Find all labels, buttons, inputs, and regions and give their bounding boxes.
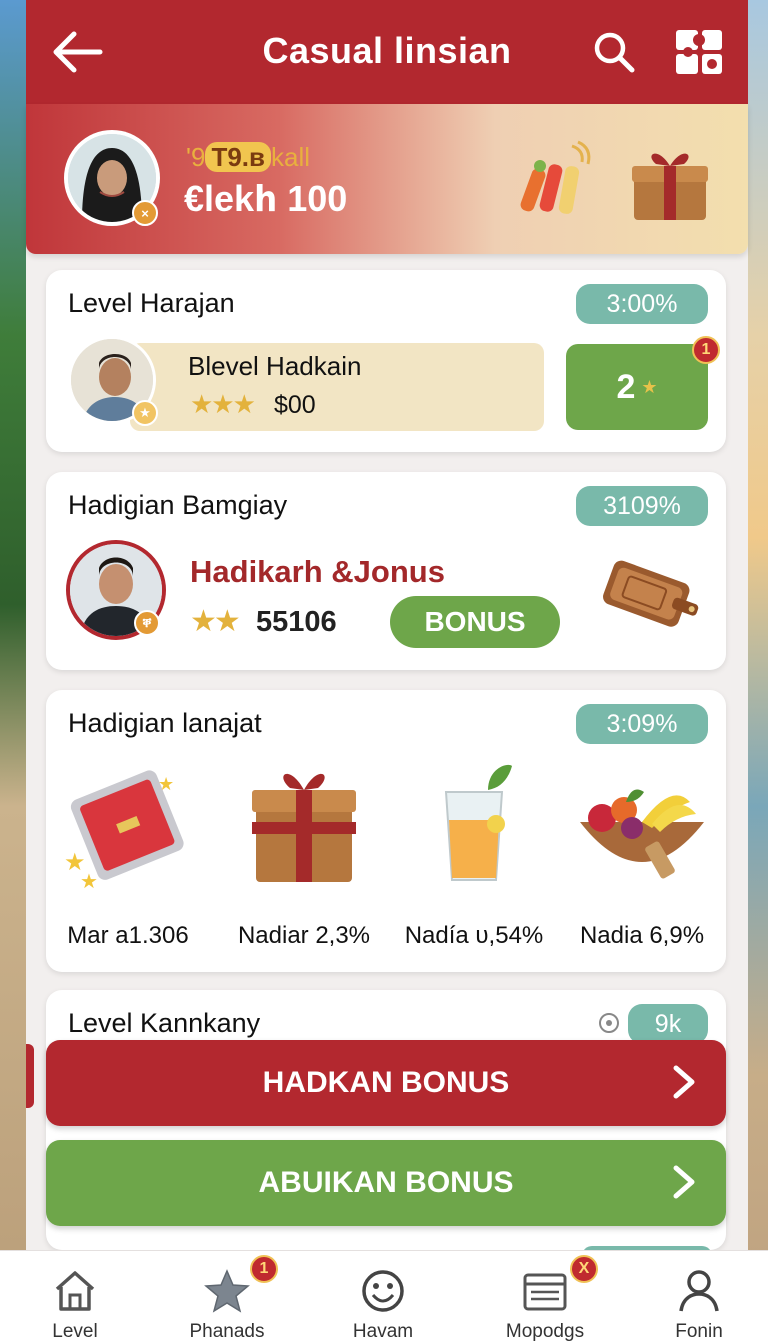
level-count-button[interactable]: 2 ★ xyxy=(566,344,708,430)
star-rating-icon: ★★ xyxy=(190,605,241,638)
bonus-button[interactable]: BONUS xyxy=(390,596,560,648)
level-amount: $00 xyxy=(274,391,316,419)
chevron-right-icon xyxy=(673,1165,695,1199)
page-title: Casual linsian xyxy=(262,30,512,71)
percent-badge: 3109% xyxy=(576,486,708,526)
abuikan-bonus-button[interactable]: ABUIKAN BONUS xyxy=(46,1140,726,1226)
level-name: Blevel Hadkain xyxy=(188,351,362,381)
nav-item-havam[interactable]: Havam xyxy=(328,1251,438,1344)
reward-label: Nadía υ,54% xyxy=(404,922,544,949)
bonus-card: Hadigian Bamgiay 3109% ቐ Hadikarh &Jonus… xyxy=(46,472,726,670)
nav-item-fonin[interactable]: Fonin xyxy=(644,1251,754,1344)
chevron-right-icon xyxy=(673,1065,695,1099)
star-icon xyxy=(204,1269,250,1313)
coin-badge-icon: ቐ xyxy=(134,610,160,636)
side-accent-tab xyxy=(26,1044,34,1108)
reward-item[interactable]: Nadía υ,54% xyxy=(394,762,554,962)
button-label: ABUIKAN BONUS xyxy=(258,1166,514,1199)
level-strip[interactable]: Blevel Hadkain ★★★ $00 xyxy=(130,343,544,431)
reward-item[interactable]: Nadiar 2,3% xyxy=(224,762,384,962)
bottom-nav: Level 1 Phanads Havam X Mopodgs Fonin xyxy=(0,1250,768,1344)
reward-label: Nadiar 2,3% xyxy=(237,922,371,949)
hadkan-bonus-button[interactable]: HADKAN BONUS xyxy=(46,1040,726,1126)
puzzle-icon[interactable] xyxy=(672,24,726,78)
reward-item[interactable]: ★ ★ ★ Mar a1.306 xyxy=(48,762,208,962)
coin-badge-icon: × xyxy=(132,200,158,226)
top-app-bar: Casual linsian xyxy=(26,0,748,104)
gift-box-icon xyxy=(252,773,356,882)
card-title: Level Harajan xyxy=(68,288,235,318)
reward-item[interactable]: Nadia 6,9% xyxy=(562,762,722,962)
avatar[interactable]: × xyxy=(64,130,160,226)
rewards-card: Hadigian lanajat 3:09% ★ ★ ★ Mar a1.306 xyxy=(46,690,726,972)
reward-label: Nadia 6,9% xyxy=(579,922,705,949)
smiley-icon xyxy=(362,1270,404,1312)
small-star-icon: ★ xyxy=(641,376,658,397)
subtitle-pill: T9.в xyxy=(205,142,271,172)
button-label: HADKAN BONUS xyxy=(262,1066,510,1099)
star-rating-icon: ★★★ xyxy=(190,389,256,419)
percent-badge: 3:09% xyxy=(576,704,708,744)
calendar-icon xyxy=(523,1273,567,1311)
notification-badge: 1 xyxy=(692,336,720,364)
fruit-bowl-icon xyxy=(580,789,704,879)
bonus-amount: 55106 xyxy=(256,606,337,638)
notification-badge: X xyxy=(570,1255,598,1283)
percent-badge: 3:00% xyxy=(576,284,708,324)
level-count-value: 2 xyxy=(616,367,636,406)
level-card: Level Harajan 3:00% Blevel Hadkain ★★★ $… xyxy=(46,270,726,452)
candy-sticks-icon xyxy=(520,140,591,214)
user-icon xyxy=(679,1270,719,1312)
target-icon xyxy=(599,1013,619,1033)
nav-item-level[interactable]: Level xyxy=(20,1251,130,1344)
nav-label: Havam xyxy=(352,1321,414,1342)
wallet-icon[interactable] xyxy=(594,554,706,636)
nav-label: Mopodgs xyxy=(505,1321,585,1342)
nav-label: Fonin xyxy=(675,1321,723,1342)
svg-text:★: ★ xyxy=(158,774,174,794)
svg-text:★: ★ xyxy=(80,871,98,892)
subtitle-prefix: '9 xyxy=(186,142,206,172)
profile-banner: × '9 T9.в kall €lеkհ 100 xyxy=(26,104,748,254)
card-title: Hadigian Bamgiay xyxy=(68,490,288,520)
card-title: Level Kannkany xyxy=(68,1008,261,1038)
nav-label: Level xyxy=(52,1321,98,1342)
gift-box-icon xyxy=(632,153,708,220)
card-title: Hadigian lanajat xyxy=(68,708,262,738)
coin-badge-icon: ★ xyxy=(132,400,158,426)
tablet-icon: ★ ★ ★ xyxy=(64,770,184,892)
nav-label: Phanads xyxy=(189,1321,265,1342)
search-icon[interactable] xyxy=(592,30,636,74)
juice-glass-icon xyxy=(444,764,512,881)
notification-badge: 1 xyxy=(250,1255,278,1283)
profile-subtitle: '9 T9.в kall xyxy=(186,142,310,173)
nav-item-mopodgs[interactable]: X Mopodgs xyxy=(490,1251,600,1344)
nav-item-phanads[interactable]: 1 Phanads xyxy=(172,1251,282,1344)
home-icon xyxy=(55,1271,95,1311)
percent-badge: 9k xyxy=(628,1004,708,1044)
app-window: Casual linsian × '9 T9.в kall €lеkհ 100 … xyxy=(26,0,748,1344)
subtitle-suffix: kall xyxy=(271,142,311,172)
profile-balance: €lеkհ 100 xyxy=(184,178,348,219)
bonus-name: Hadikarh &Jonus xyxy=(190,554,445,589)
reward-label: Mar a1.306 xyxy=(67,922,189,949)
